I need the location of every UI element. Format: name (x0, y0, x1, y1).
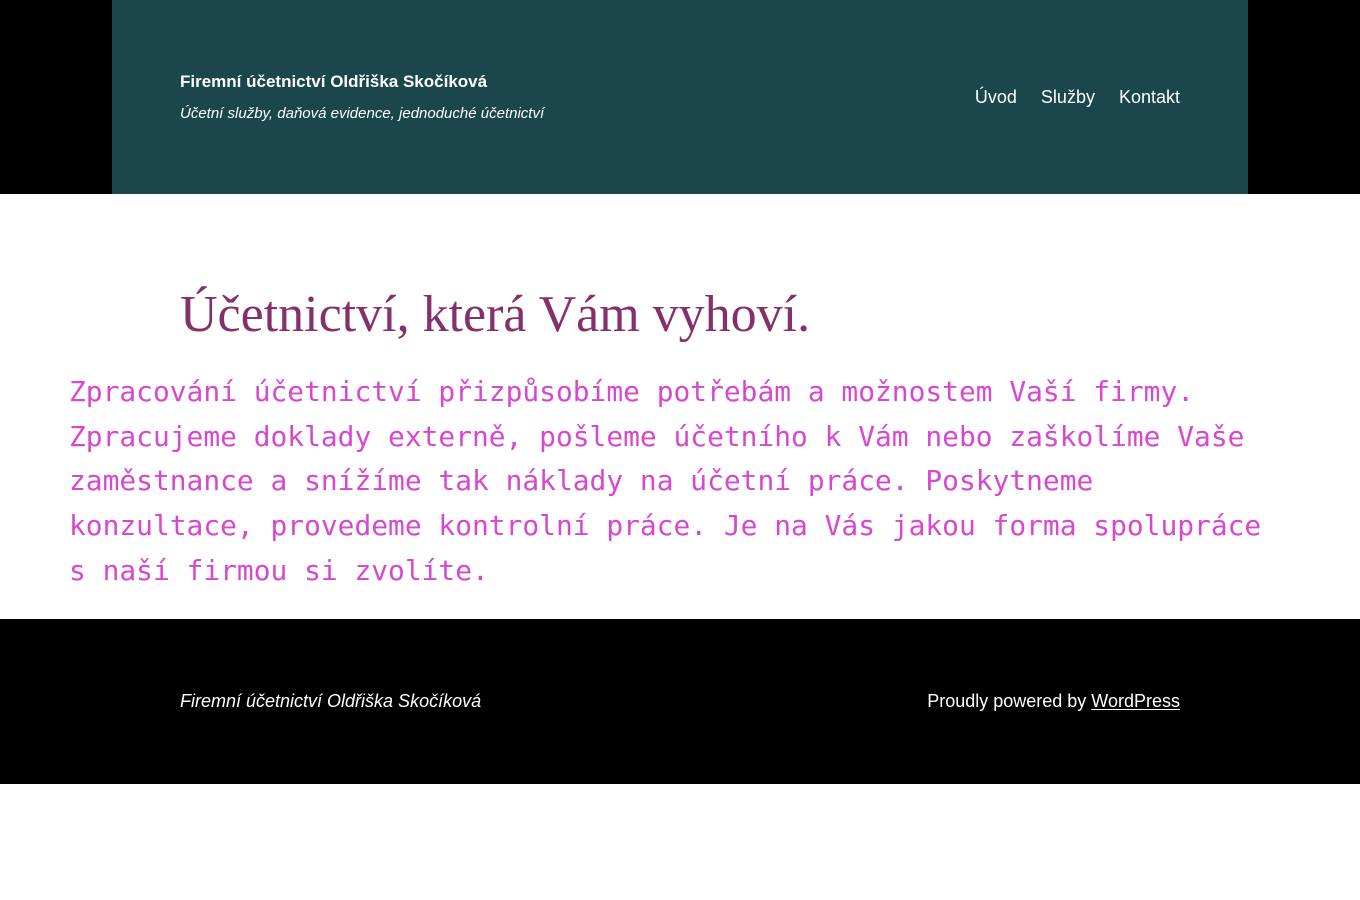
site-title-link[interactable]: Firemní účetnictví Oldřiška Skočíková (180, 71, 487, 93)
site-tagline: Účetní služby, daňová evidence, jednoduc… (180, 105, 545, 122)
page-title: Účetnictví, která Vám vyhoví. (180, 286, 811, 343)
nav-link-sluzby[interactable]: Služby (1041, 86, 1095, 108)
header-inner: Firemní účetnictví Oldřiška Skočíková Úč… (112, 0, 1248, 194)
footer-credit-prefix: Proudly powered by (927, 691, 1092, 711)
nav-link-uvod[interactable]: Úvod (975, 86, 1017, 108)
intro-paragraph: Zpracování účetnictví přizpůsobíme potře… (69, 375, 1262, 587)
footer-site-name-link[interactable]: Firemní účetnictví Oldřiška Skočíková (180, 690, 481, 712)
site-footer: Firemní účetnictví Oldřiška Skočíková Pr… (0, 619, 1360, 784)
main-nav: Úvod Služby Kontakt (975, 86, 1180, 108)
nav-link-kontakt[interactable]: Kontakt (1119, 86, 1180, 108)
footer-credit: Proudly powered by WordPress (927, 690, 1180, 712)
wordpress-link[interactable]: WordPress (1091, 691, 1180, 711)
